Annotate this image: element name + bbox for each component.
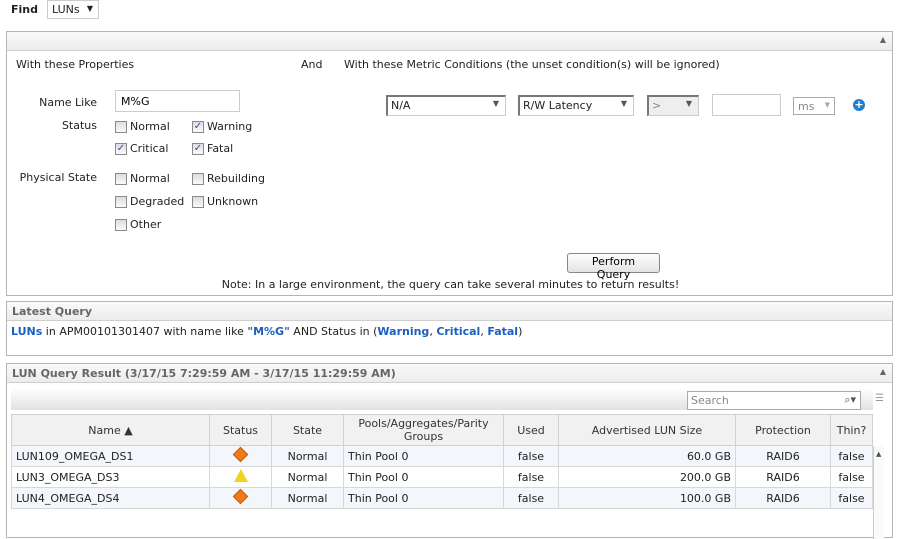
status-fatal-checkbox[interactable]: ✓ Fatal — [192, 142, 233, 155]
name-like-label: Name Like — [39, 96, 97, 109]
result-header: LUN Query Result (3/17/15 7:29:59 AM - 3… — [7, 364, 892, 383]
physical-degraded-checkbox[interactable]: Degraded — [115, 195, 184, 208]
col-thin[interactable]: Thin? — [830, 414, 873, 446]
critical-link[interactable]: Critical — [436, 325, 480, 338]
cell-size: 100.0 GB — [558, 487, 736, 509]
col-status[interactable]: Status — [209, 414, 272, 446]
result-table-wrap: Name ▲ Status State Pools/Aggregates/Par… — [11, 414, 873, 509]
chevron-down-icon: ▼ — [86, 4, 93, 13]
critical-icon — [232, 488, 249, 505]
chevron-down-icon: ▼ — [492, 99, 499, 108]
latest-query-title: Latest Query — [7, 302, 892, 321]
criteria-header: ▲ — [7, 32, 892, 51]
collapse-icon[interactable]: ▲ — [880, 367, 886, 376]
col-protection[interactable]: Protection — [735, 414, 831, 446]
unit-select[interactable]: ms ▼ — [793, 97, 835, 115]
status-label: Status — [61, 119, 97, 132]
cell-state: Normal — [271, 487, 344, 509]
cell-size: 200.0 GB — [558, 466, 736, 488]
result-title: LUN Query Result (3/17/15 7:29:59 AM - 3… — [12, 367, 396, 380]
col-name[interactable]: Name ▲ — [11, 414, 210, 446]
fatal-link[interactable]: Fatal — [487, 325, 518, 338]
perform-query-button[interactable]: Perform Query — [567, 253, 660, 281]
cell-pool: Thin Pool 0 — [343, 487, 504, 509]
col-used[interactable]: Used — [503, 414, 559, 446]
cell-thin: false — [830, 466, 873, 488]
cell-state: Normal — [271, 466, 344, 488]
cell-protection: RAID6 — [735, 466, 831, 488]
cell-used: false — [503, 487, 559, 509]
critical-icon — [232, 446, 249, 463]
table-row[interactable]: LUN109_OMEGA_DS1 Normal Thin Pool 0 false 60… — [11, 445, 873, 467]
cell-protection: RAID6 — [735, 487, 831, 509]
cell-name: LUN3_OMEGA_DS3 — [11, 466, 210, 488]
physical-rebuilding-checkbox[interactable]: Rebuilding — [192, 172, 265, 185]
cell-thin: false — [830, 445, 873, 467]
warning-link[interactable]: Warning — [377, 325, 429, 338]
col-pools[interactable]: Pools/Aggregates/Parity Groups — [343, 414, 504, 446]
cell-pool: Thin Pool 0 — [343, 445, 504, 467]
collapse-icon[interactable]: ▲ — [880, 35, 886, 44]
find-label: Find — [11, 3, 38, 16]
chevron-down-icon: ▼ — [685, 99, 692, 108]
cell-protection: RAID6 — [735, 445, 831, 467]
lun-query-result-panel: LUN Query Result (3/17/15 7:29:59 AM - 3… — [6, 363, 893, 539]
cell-thin: false — [830, 487, 873, 509]
name-like-input[interactable] — [115, 90, 240, 112]
properties-title: With these Properties — [16, 58, 135, 71]
result-table: Name ▲ Status State Pools/Aggregates/Par… — [11, 414, 873, 509]
physical-other-checkbox[interactable]: Other — [115, 218, 161, 231]
cell-used: false — [503, 445, 559, 467]
query-criteria-panel: ▲ With these Properties And With these M… — [6, 31, 893, 296]
aggregate-select[interactable]: N/A ▼ — [386, 95, 506, 116]
query-note: Note: In a large environment, the query … — [221, 278, 680, 291]
col-size[interactable]: Advertised LUN Size — [558, 414, 736, 446]
col-state[interactable]: State — [271, 414, 344, 446]
operator-select[interactable]: > ▼ — [647, 95, 699, 116]
luns-link[interactable]: LUNs — [11, 325, 42, 338]
column-chooser-icon[interactable]: ☰ — [875, 393, 884, 404]
physical-unknown-checkbox[interactable]: Unknown — [192, 195, 258, 208]
latest-query-text: LUNs in APM00101301407 with name like "M… — [11, 325, 523, 338]
search-input[interactable]: Search ⌕▾ — [687, 391, 861, 410]
cell-size: 60.0 GB — [558, 445, 736, 467]
physical-state-label: Physical State — [19, 171, 97, 184]
cell-used: false — [503, 466, 559, 488]
cell-state: Normal — [271, 445, 344, 467]
warning-icon — [233, 469, 248, 482]
status-critical-checkbox[interactable]: ✓ Critical — [115, 142, 168, 155]
cell-pool: Thin Pool 0 — [343, 466, 504, 488]
status-warning-checkbox[interactable]: ✓ Warning — [192, 120, 252, 133]
add-condition-icon[interactable]: + — [853, 99, 865, 111]
cell-status — [209, 445, 272, 467]
latest-query-panel: Latest Query LUNs in APM00101301407 with… — [6, 301, 893, 356]
find-type-value: LUNs — [52, 3, 80, 16]
find-type-select[interactable]: LUNs ▼ — [47, 0, 99, 19]
name-pattern-link[interactable]: "M%G" — [247, 325, 289, 338]
physical-normal-checkbox[interactable]: Normal — [115, 172, 170, 185]
metric-value-input[interactable] — [712, 94, 781, 116]
table-row[interactable]: LUN4_OMEGA_DS4 Normal Thin Pool 0 false 100.… — [11, 487, 873, 509]
cell-status — [209, 487, 272, 509]
cell-name: LUN4_OMEGA_DS4 — [11, 487, 210, 509]
table-scrollbar[interactable]: ▲ — [873, 446, 884, 539]
status-normal-checkbox[interactable]: Normal — [115, 120, 170, 133]
and-label: And — [301, 58, 323, 71]
cell-status — [209, 466, 272, 488]
table-row[interactable]: LUN3_OMEGA_DS3 Normal Thin Pool 0 false 200.… — [11, 466, 873, 488]
chevron-down-icon: ▼ — [620, 99, 627, 108]
cell-name: LUN109_OMEGA_DS1 — [11, 445, 210, 467]
metric-title: With these Metric Conditions (the unset … — [344, 58, 720, 71]
search-icon[interactable]: ⌕▾ — [844, 393, 856, 407]
metric-select[interactable]: R/W Latency ▼ — [518, 95, 634, 116]
